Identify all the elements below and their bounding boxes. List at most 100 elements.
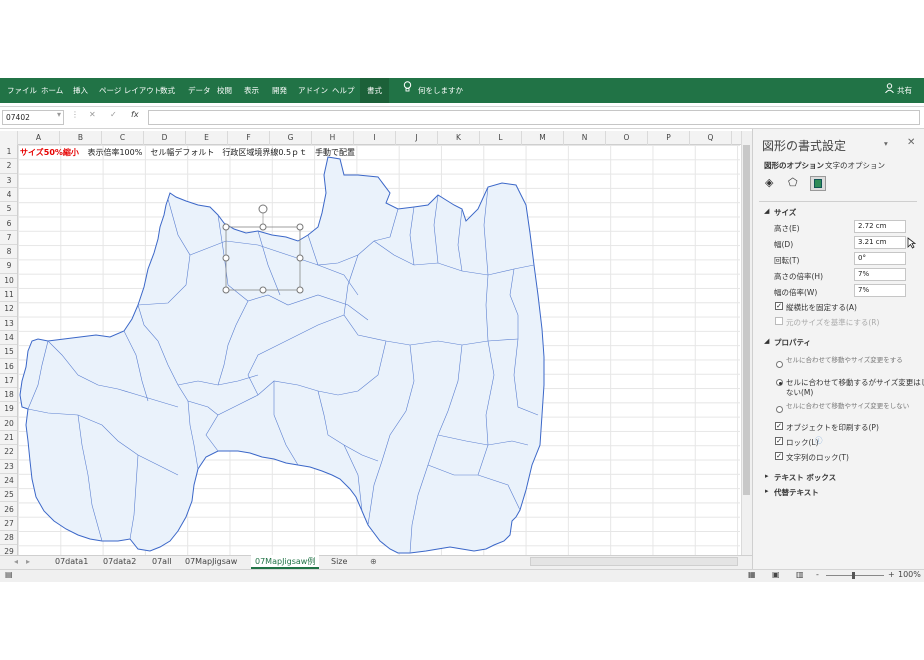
row-header[interactable]: 9 [0, 259, 17, 274]
column-header[interactable]: M [522, 131, 564, 145]
tab-shape-options[interactable]: 図形のオプション [764, 160, 824, 171]
name-box-dropdown-icon[interactable]: ▾ [57, 110, 61, 119]
row-header[interactable]: 22 [0, 445, 17, 460]
column-header[interactable]: J [396, 131, 438, 145]
sheet-tab[interactable]: Size [331, 555, 347, 569]
row-header[interactable]: 10 [0, 274, 17, 288]
size-properties-icon[interactable] [810, 176, 826, 191]
row-header[interactable]: 8 [0, 245, 17, 260]
prev-sheet-icon[interactable]: ◂ [14, 555, 18, 569]
row-header[interactable]: 1 [0, 145, 17, 160]
zoom-slider[interactable] [826, 575, 884, 576]
column-header[interactable]: I [354, 131, 396, 145]
row-header[interactable]: 26 [0, 503, 17, 517]
move-size-radio[interactable] [776, 361, 783, 368]
column-header[interactable]: O [606, 131, 648, 145]
tab-addins[interactable]: アドイン [298, 78, 328, 103]
lightbulb-icon[interactable] [403, 78, 412, 103]
share-button[interactable]: 共有 [897, 78, 912, 103]
row-header[interactable]: 24 [0, 474, 17, 489]
column-header[interactable]: C [102, 131, 144, 145]
section-properties[interactable]: プロパティ [774, 337, 811, 348]
row-header[interactable]: 16 [0, 360, 17, 374]
pane-options-dropdown-icon[interactable]: ▾ [884, 139, 888, 148]
section-textbox[interactable]: テキスト ボックス [774, 472, 836, 483]
prefecture-map[interactable] [18, 145, 740, 555]
column-header[interactable]: Q [690, 131, 732, 145]
page-break-view-icon[interactable]: ▥ [796, 570, 804, 579]
row-header[interactable]: 6 [0, 217, 17, 231]
tab-view[interactable]: 表示 [244, 78, 259, 103]
row-header[interactable]: 11 [0, 288, 17, 303]
zoom-level[interactable]: 100% [898, 570, 921, 579]
add-sheet-icon[interactable]: ⊕ [370, 555, 377, 569]
tab-data[interactable]: データ [188, 78, 211, 103]
rotation-input[interactable]: 0° [854, 252, 906, 265]
zoom-slider-thumb[interactable] [852, 572, 855, 579]
next-sheet-icon[interactable]: ▸ [26, 555, 30, 569]
section-alt-text[interactable]: 代替テキスト [774, 487, 819, 498]
vertical-scroll-thumb[interactable] [743, 145, 750, 495]
row-header[interactable]: 20 [0, 417, 17, 431]
effects-icon[interactable]: ⬠ [788, 176, 798, 189]
sheet-tab[interactable]: 07MapJigsaw [185, 555, 237, 569]
horizontal-scrollbar[interactable] [530, 557, 738, 566]
cell-a1[interactable]: サイズ50%縮小 表示倍率100% セル幅デフォルト 行政区域境界線0.5ｐｔ … [20, 147, 355, 158]
worksheet-grid[interactable]: サイズ50%縮小 表示倍率100% セル幅デフォルト 行政区域境界線0.5ｐｔ … [18, 145, 740, 555]
select-all-corner[interactable] [0, 131, 18, 145]
tab-home[interactable]: ホーム [41, 78, 63, 103]
row-header[interactable]: 27 [0, 517, 17, 532]
tab-developer[interactable]: 開発 [272, 78, 287, 103]
scale-height-input[interactable]: 7% [854, 268, 906, 281]
move-no-size-radio[interactable] [776, 379, 783, 386]
row-header[interactable]: 14 [0, 331, 17, 346]
person-icon[interactable] [885, 78, 894, 103]
collapse-size-icon[interactable]: ◢ [764, 207, 769, 215]
lock-checkbox[interactable]: ✓ [775, 437, 783, 445]
row-header[interactable]: 18 [0, 388, 17, 403]
row-header[interactable]: 29 [0, 545, 17, 555]
tab-text-options[interactable]: 文字のオプション [825, 160, 885, 171]
row-header[interactable]: 12 [0, 302, 17, 317]
zoom-in-button[interactable]: + [888, 570, 895, 579]
row-header[interactable]: 4 [0, 188, 17, 203]
tab-help[interactable]: ヘルプ [332, 78, 355, 103]
width-input[interactable]: 3.21 cm [854, 236, 906, 249]
expand-alt-text-icon[interactable]: ▸ [765, 487, 769, 495]
row-header[interactable]: 23 [0, 460, 17, 474]
macro-record-icon[interactable]: ▤ [5, 570, 13, 579]
row-header[interactable]: 17 [0, 374, 17, 389]
row-header[interactable]: 13 [0, 317, 17, 331]
info-icon[interactable]: ⓘ [815, 435, 823, 446]
row-header[interactable]: 28 [0, 531, 17, 546]
tab-review[interactable]: 校閲 [217, 78, 232, 103]
expand-textbox-icon[interactable]: ▸ [765, 472, 769, 480]
sheet-tab-active[interactable]: 07MapJigsaw例 [251, 555, 320, 569]
column-header[interactable]: E [186, 131, 228, 145]
column-header[interactable]: A [18, 131, 60, 145]
enter-icon[interactable]: ✓ [110, 110, 117, 119]
tab-formulas[interactable]: 数式 [160, 78, 175, 103]
column-header[interactable]: D [144, 131, 186, 145]
column-header[interactable]: G [270, 131, 312, 145]
name-box[interactable]: 07402 [2, 110, 64, 125]
row-header[interactable]: 21 [0, 431, 17, 446]
row-header[interactable]: 5 [0, 202, 17, 217]
sheet-tab[interactable]: 07data2 [103, 555, 136, 569]
sheet-tab[interactable]: 07data1 [55, 555, 88, 569]
collapse-properties-icon[interactable]: ◢ [764, 337, 769, 345]
formula-input[interactable] [148, 110, 920, 125]
cancel-icon[interactable]: ✕ [89, 110, 96, 119]
scale-width-input[interactable]: 7% [854, 284, 906, 297]
row-header[interactable]: 3 [0, 174, 17, 188]
column-header[interactable]: F [228, 131, 270, 145]
zoom-out-button[interactable]: - [816, 570, 819, 579]
tab-insert[interactable]: 挿入 [73, 78, 88, 103]
relative-size-checkbox[interactable] [775, 317, 783, 325]
tab-format[interactable]: 書式 [360, 78, 389, 103]
height-input[interactable]: 2.72 cm [854, 220, 906, 233]
fill-line-icon[interactable]: ◈ [765, 176, 773, 189]
tab-page-layout[interactable]: ページ レイアウト [99, 78, 161, 103]
normal-view-icon[interactable]: ▦ [748, 570, 756, 579]
column-header[interactable]: K [438, 131, 480, 145]
